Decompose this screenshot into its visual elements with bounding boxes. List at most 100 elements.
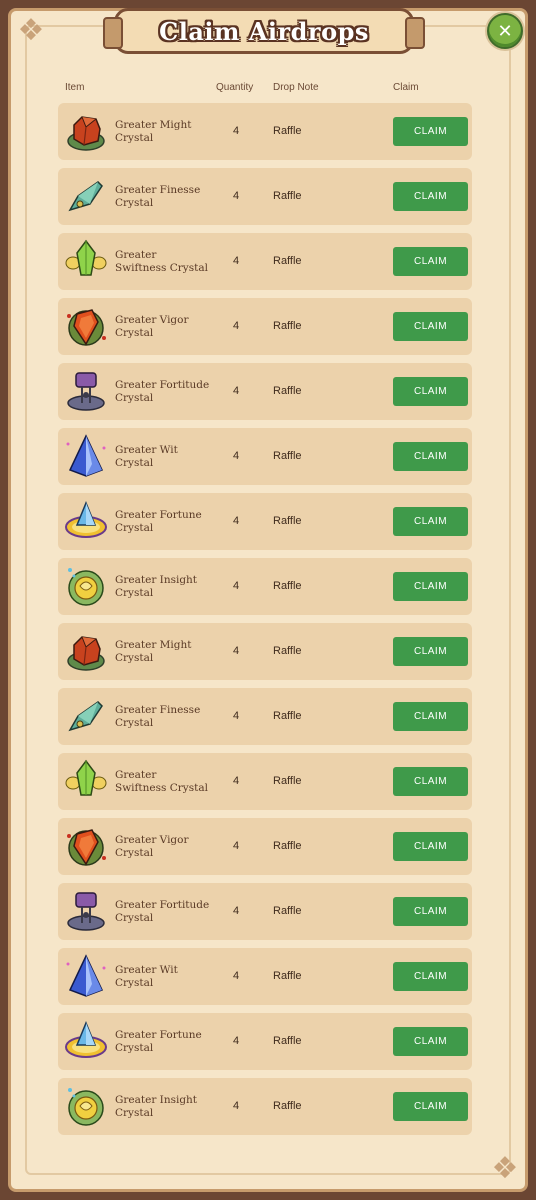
table-header: Item Quantity Drop Note Claim: [0, 82, 536, 96]
drop-note: Raffle: [273, 970, 302, 982]
drop-note: Raffle: [273, 450, 302, 462]
might-crystal-icon: [64, 629, 108, 673]
fortune-crystal-icon: [64, 1019, 108, 1063]
item-quantity: 4: [232, 775, 240, 787]
swiftness-crystal-icon: [64, 239, 108, 283]
drop-note: Raffle: [273, 905, 302, 917]
claim-button[interactable]: CLAIM: [393, 247, 468, 276]
item-name: Greater Vigor Crystal: [115, 313, 189, 339]
column-header-claim: Claim: [393, 82, 419, 93]
table-row: Greater Vigor Crystal 4 Raffle CLAIM: [58, 818, 472, 875]
might-crystal-icon: [64, 109, 108, 153]
swiftness-crystal-icon: [64, 759, 108, 803]
item-name: Greater Fortitude Crystal: [115, 898, 210, 924]
drop-note: Raffle: [273, 255, 302, 267]
item-quantity: 4: [232, 580, 240, 592]
table-row: Greater Insight Crystal 4 Raffle CLAIM: [58, 1078, 472, 1135]
item-quantity: 4: [232, 1100, 240, 1112]
drop-note: Raffle: [273, 775, 302, 787]
airdrop-list: Greater Might Crystal 4 Raffle CLAIM Greater…: [58, 103, 472, 1143]
item-quantity: 4: [232, 255, 240, 267]
table-row: Greater Wit Crystal 4 Raffle CLAIM: [58, 948, 472, 1005]
table-row: Greater Vigor Crystal 4 Raffle CLAIM: [58, 298, 472, 355]
drop-note: Raffle: [273, 710, 302, 722]
table-row: Greater Swiftness Crystal 4 Raffle CLAIM: [58, 753, 472, 810]
table-row: Greater Might Crystal 4 Raffle CLAIM: [58, 623, 472, 680]
claim-button[interactable]: CLAIM: [393, 312, 468, 341]
fortune-crystal-icon: [64, 499, 108, 543]
table-row: Greater Might Crystal 4 Raffle CLAIM: [58, 103, 472, 160]
column-header-drop-note: Drop Note: [273, 82, 319, 93]
claim-button[interactable]: CLAIM: [393, 442, 468, 471]
claim-button[interactable]: CLAIM: [393, 117, 468, 146]
item-quantity: 4: [232, 450, 240, 462]
wit-crystal-icon: [64, 434, 108, 478]
item-name: Greater Insight Crystal: [115, 573, 198, 599]
item-name: Greater Swiftness Crystal: [115, 248, 208, 274]
claim-button[interactable]: CLAIM: [393, 182, 468, 211]
table-row: Greater Fortitude Crystal 4 Raffle CLAIM: [58, 883, 472, 940]
table-row: Greater Wit Crystal 4 Raffle CLAIM: [58, 428, 472, 485]
wit-crystal-icon: [64, 954, 108, 998]
table-row: Greater Finesse Crystal 4 Raffle CLAIM: [58, 688, 472, 745]
item-name: Greater Finesse Crystal: [115, 183, 201, 209]
fortitude-crystal-icon: [64, 889, 108, 933]
drop-note: Raffle: [273, 515, 302, 527]
item-name: Greater Fortune Crystal: [115, 1028, 202, 1054]
insight-crystal-icon: [64, 564, 108, 608]
window-frame: ❖ ❖ Claim Airdrops ✕ Item Quantity Drop …: [0, 0, 536, 1200]
table-row: Greater Fortune Crystal 4 Raffle CLAIM: [58, 1013, 472, 1070]
item-name: Greater Vigor Crystal: [115, 833, 189, 859]
item-quantity: 4: [232, 190, 240, 202]
item-quantity: 4: [232, 710, 240, 722]
item-quantity: 4: [232, 970, 240, 982]
item-name: Greater Might Crystal: [115, 118, 192, 144]
claim-button[interactable]: CLAIM: [393, 377, 468, 406]
item-name: Greater Finesse Crystal: [115, 703, 201, 729]
claim-button[interactable]: CLAIM: [393, 702, 468, 731]
item-name: Greater Wit Crystal: [115, 443, 178, 469]
item-quantity: 4: [232, 840, 240, 852]
item-quantity: 4: [232, 1035, 240, 1047]
item-name: Greater Fortitude Crystal: [115, 378, 210, 404]
fortitude-crystal-icon: [64, 369, 108, 413]
item-name: Greater Swiftness Crystal: [115, 768, 208, 794]
drop-note: Raffle: [273, 320, 302, 332]
claim-button[interactable]: CLAIM: [393, 897, 468, 926]
table-row: Greater Fortitude Crystal 4 Raffle CLAIM: [58, 363, 472, 420]
table-row: Greater Fortune Crystal 4 Raffle CLAIM: [58, 493, 472, 550]
column-header-quantity: Quantity: [216, 82, 254, 93]
item-quantity: 4: [232, 515, 240, 527]
vigor-crystal-icon: [64, 824, 108, 868]
claim-button[interactable]: CLAIM: [393, 1027, 468, 1056]
claim-button[interactable]: CLAIM: [393, 1092, 468, 1121]
item-name: Greater Wit Crystal: [115, 963, 178, 989]
insight-crystal-icon: [64, 1084, 108, 1128]
title-banner: Claim Airdrops: [103, 8, 425, 54]
claim-button[interactable]: CLAIM: [393, 637, 468, 666]
corner-ornament-icon: ❖: [491, 1151, 519, 1186]
item-quantity: 4: [232, 645, 240, 657]
table-row: Greater Insight Crystal 4 Raffle CLAIM: [58, 558, 472, 615]
claim-button[interactable]: CLAIM: [393, 507, 468, 536]
drop-note: Raffle: [273, 385, 302, 397]
claim-button[interactable]: CLAIM: [393, 767, 468, 796]
column-header-item: Item: [65, 82, 85, 93]
finesse-crystal-icon: [64, 694, 108, 738]
table-row: Greater Finesse Crystal 4 Raffle CLAIM: [58, 168, 472, 225]
item-quantity: 4: [232, 905, 240, 917]
item-quantity: 4: [232, 385, 240, 397]
close-button[interactable]: ✕: [487, 13, 523, 49]
drop-note: Raffle: [273, 645, 302, 657]
claim-button[interactable]: CLAIM: [393, 832, 468, 861]
drop-note: Raffle: [273, 1035, 302, 1047]
claim-button[interactable]: CLAIM: [393, 962, 468, 991]
claim-button[interactable]: CLAIM: [393, 572, 468, 601]
drop-note: Raffle: [273, 190, 302, 202]
drop-note: Raffle: [273, 1100, 302, 1112]
item-name: Greater Fortune Crystal: [115, 508, 202, 534]
corner-ornament-icon: ❖: [17, 13, 45, 48]
drop-note: Raffle: [273, 840, 302, 852]
drop-note: Raffle: [273, 125, 302, 137]
finesse-crystal-icon: [64, 174, 108, 218]
